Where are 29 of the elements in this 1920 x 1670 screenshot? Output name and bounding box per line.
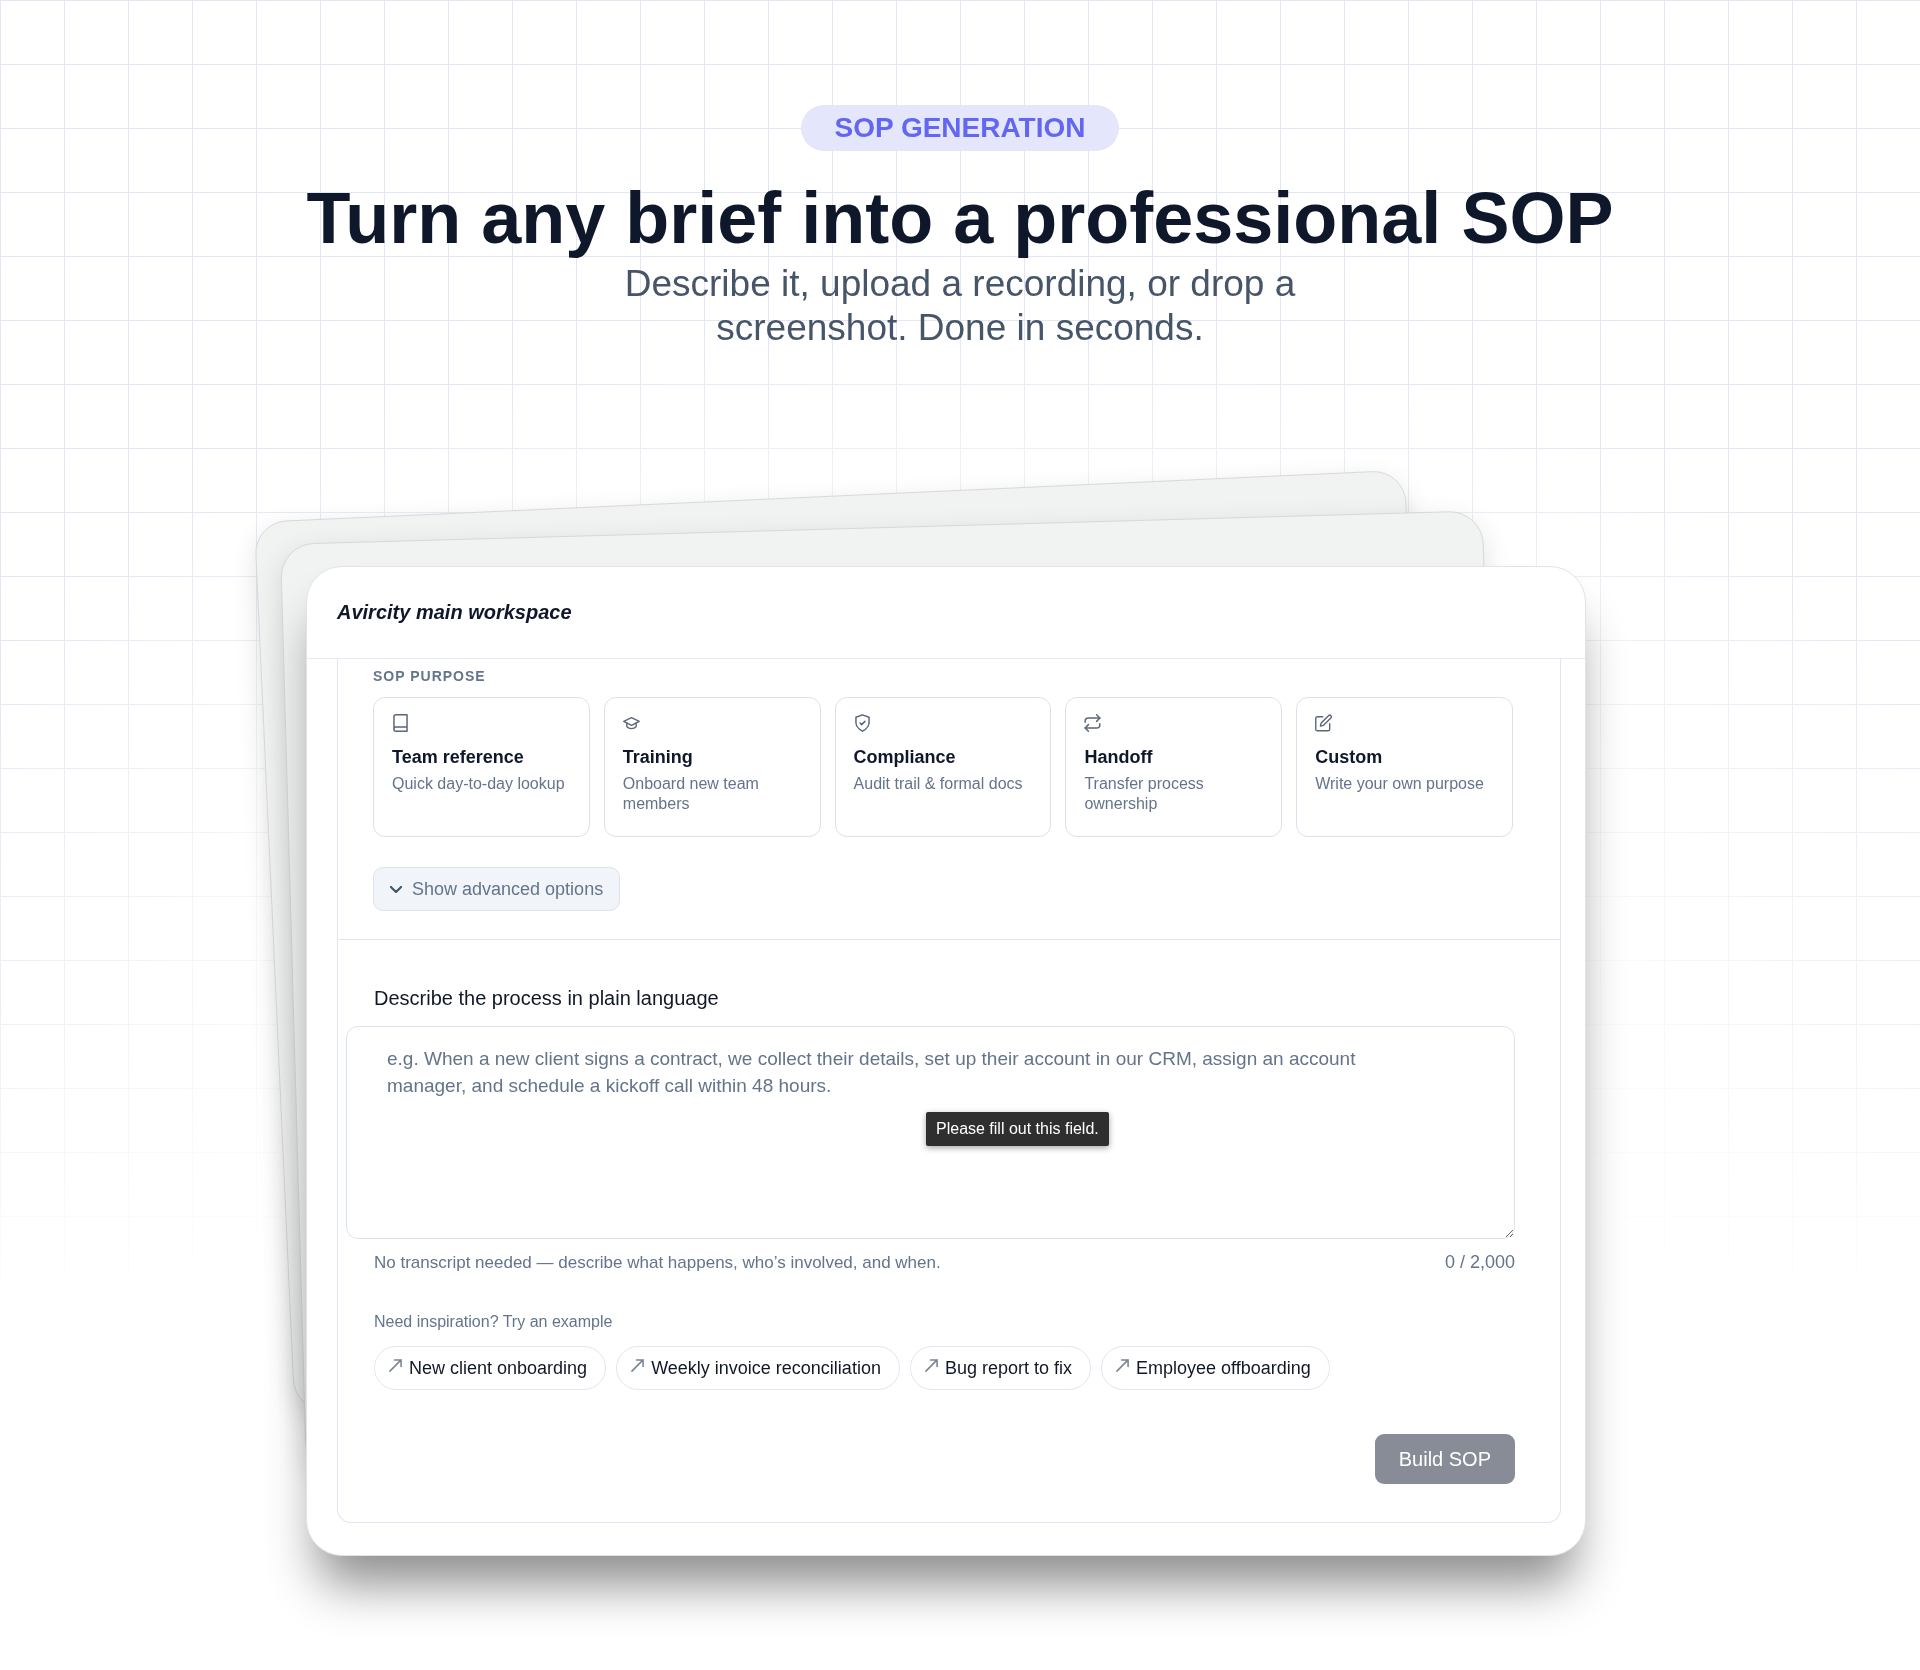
arrow-icon — [389, 1358, 402, 1372]
shield-check-icon — [853, 714, 871, 732]
validation-tooltip: Please fill out this field. — [926, 1112, 1109, 1146]
workspace-title: Avircity main workspace — [337, 601, 572, 624]
arrow-icon — [924, 1358, 938, 1372]
example-chip[interactable]: New client onboarding — [374, 1346, 607, 1390]
page-headline: Turn any brief into a professional SOP — [306, 179, 1614, 258]
example-chip[interactable]: Weekly invoice reconciliation — [616, 1346, 900, 1390]
character-counter: 0 / 2,000 — [1444, 1251, 1515, 1273]
field-label: Describe the process in plain language — [374, 986, 719, 1010]
arrow-icon — [1116, 1358, 1129, 1372]
purpose-option[interactable]: Compliance Audit trail & formal docs — [834, 697, 1052, 837]
purpose-option[interactable]: Custom Write your own purpose — [1296, 697, 1513, 837]
book-icon — [392, 714, 409, 732]
section-label: SOP PURPOSE — [373, 667, 486, 685]
examples-label: Need inspiration? Try an example — [374, 1312, 613, 1332]
purpose-option[interactable]: Team reference Quick day-to-day lookup — [373, 697, 590, 837]
arrow-icon — [631, 1358, 645, 1372]
purpose-option[interactable]: Training Onboard new team members — [603, 697, 821, 837]
repeat-arrows-icon — [1084, 714, 1102, 732]
section-badge: SOP GENERATION — [801, 105, 1119, 151]
example-chip[interactable]: Bug report to fix — [909, 1346, 1091, 1390]
advanced-options-toggle[interactable]: Show advanced options — [373, 867, 621, 911]
example-chip[interactable]: Employee offboarding — [1101, 1346, 1330, 1390]
purpose-option[interactable]: Handoff Transfer process ownership — [1065, 697, 1283, 837]
graduation-cap-icon — [622, 714, 640, 732]
pencil-square-icon — [1315, 714, 1333, 732]
page-subtitle: Describe it, upload a recording, or drop a screenshot. Done in seconds. — [623, 262, 1297, 350]
helper-text: No transcript needed — describe what happens, who’s involved, and when. — [374, 1252, 941, 1274]
